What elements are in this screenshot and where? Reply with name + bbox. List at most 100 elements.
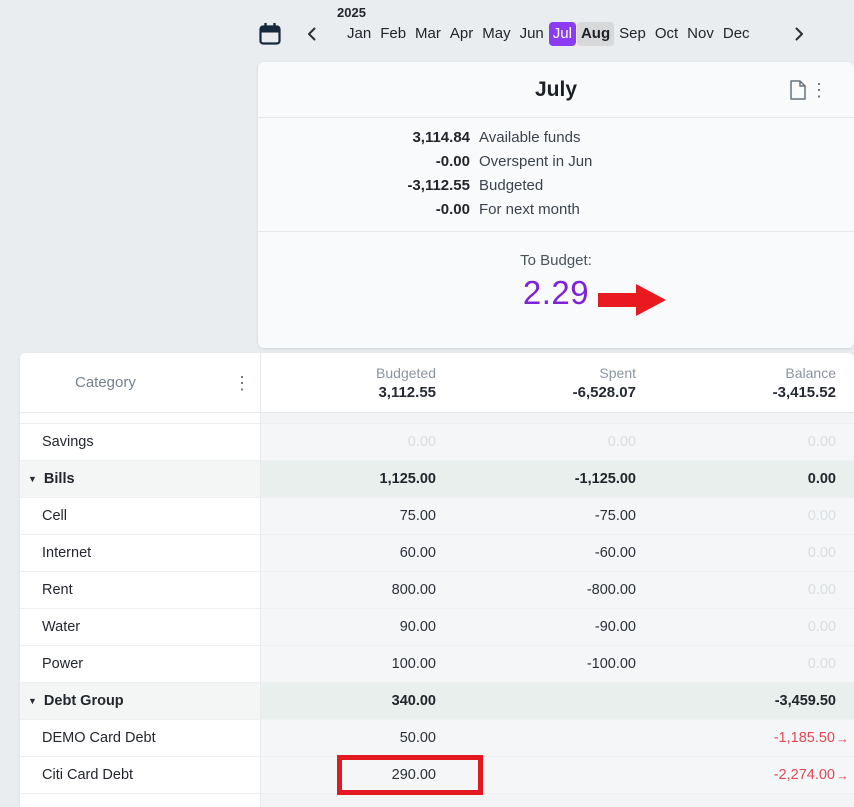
spent-column-total: -6,528.07 (436, 383, 636, 402)
table-header: Category ⋮ Budgeted 3,112.55 Spent -6,52… (20, 353, 854, 413)
balance-column-label: Balance (636, 364, 836, 383)
category-column-header: Category ⋮ (20, 353, 260, 412)
balance-amount: -1,185.50 (774, 730, 835, 746)
available-funds-label: Available funds (479, 129, 580, 146)
spent-cell[interactable]: -1,125.00 (436, 471, 636, 487)
budgeted-cell[interactable]: 800.00 (260, 582, 436, 598)
month-feb[interactable]: Feb (376, 22, 410, 47)
category-name[interactable]: Citi Card Debt (20, 757, 260, 793)
table-row-group-debt[interactable]: ▼ Debt Group 340.00 -3,459.50 (20, 683, 854, 720)
balance-cell[interactable]: -3,459.50 (636, 693, 836, 709)
table-row-savings[interactable]: Savings 0.00 0.00 0.00 (20, 424, 854, 461)
summary-line-budgeted: -3,112.55 Budgeted (258, 177, 854, 201)
next-month-label: For next month (479, 201, 580, 218)
available-funds-value: 3,114.84 (258, 129, 470, 146)
budgeted-cell[interactable]: 60.00 (260, 545, 436, 561)
spent-cell[interactable]: -800.00 (436, 582, 636, 598)
summary-line-overspent: -0.00 Overspent in Jun (258, 153, 854, 177)
balance-cell[interactable]: 0.00 (636, 656, 836, 672)
next-month-value: -0.00 (258, 201, 470, 218)
balance-cell[interactable]: 0.00 (636, 582, 836, 598)
calendar-icon (259, 22, 281, 46)
chevron-right-icon (792, 26, 806, 42)
budget-table: Category ⋮ Budgeted 3,112.55 Spent -6,52… (20, 353, 854, 807)
budgeted-column-header[interactable]: Budgeted 3,112.55 (260, 364, 436, 402)
balance-column-total: -3,415.52 (636, 383, 836, 402)
spent-cell[interactable]: -60.00 (436, 545, 636, 561)
month-summary-panel: July ⋮ 3,114.84 Available funds -0.00 Ov… (258, 62, 854, 348)
group-name-label: Bills (44, 471, 75, 487)
category-name[interactable]: DEMO Card Debt (20, 720, 260, 756)
budgeted-cell[interactable]: 75.00 (260, 508, 436, 524)
balance-cell[interactable]: -2,274.00 → (636, 767, 836, 783)
balance-cell[interactable]: -1,185.50 → (636, 730, 836, 746)
month-aug[interactable]: Aug (577, 22, 614, 47)
month-may[interactable]: May (478, 22, 514, 47)
to-budget-amount[interactable]: 2.29 (258, 274, 854, 312)
month-list: Jan Feb Mar Apr May Jun Jul Aug Sep Oct … (343, 22, 754, 47)
budgeted-cell[interactable]: 90.00 (260, 619, 436, 635)
category-name[interactable]: Cell (20, 498, 260, 534)
balance-column-header[interactable]: Balance -3,415.52 (636, 364, 836, 402)
next-month-button[interactable] (792, 26, 806, 42)
spent-cell[interactable]: -100.00 (436, 656, 636, 672)
month-dec[interactable]: Dec (719, 22, 754, 47)
month-menu-button[interactable]: ⋮ (810, 81, 828, 99)
goal-arrow-icon: → (836, 731, 849, 746)
category-name[interactable]: Water (20, 609, 260, 645)
category-menu-button[interactable]: ⋮ (233, 374, 251, 392)
month-mar[interactable]: Mar (411, 22, 445, 47)
category-name[interactable]: Rent (20, 572, 260, 608)
spent-cell[interactable]: -90.00 (436, 619, 636, 635)
balance-cell[interactable]: 0.00 (636, 545, 836, 561)
collapse-triangle-icon[interactable]: ▼ (28, 696, 37, 706)
budgeted-cell[interactable]: 0.00 (260, 434, 436, 450)
spent-column-header[interactable]: Spent -6,528.07 (436, 364, 636, 402)
category-name[interactable]: Power (20, 646, 260, 682)
group-name[interactable]: ▼ Bills (20, 461, 260, 497)
spent-cell[interactable]: -75.00 (436, 508, 636, 524)
month-jul-selected[interactable]: Jul (549, 22, 576, 47)
previous-month-button[interactable] (305, 26, 319, 42)
month-sep[interactable]: Sep (615, 22, 650, 47)
balance-cell[interactable]: 0.00 (636, 471, 836, 487)
category-name[interactable]: Savings (20, 424, 260, 460)
balance-cell[interactable]: 0.00 (636, 619, 836, 635)
panel-header: July ⋮ (258, 62, 854, 118)
month-nov[interactable]: Nov (683, 22, 718, 47)
amount-column-headers: Budgeted 3,112.55 Spent -6,528.07 Balanc… (260, 353, 854, 412)
budgeted-cell[interactable]: 100.00 (260, 656, 436, 672)
month-oct[interactable]: Oct (651, 22, 682, 47)
budgeted-label: Budgeted (479, 177, 543, 194)
balance-amount: -2,274.00 (774, 767, 835, 783)
collapse-triangle-icon[interactable]: ▼ (28, 474, 37, 484)
table-row-internet[interactable]: Internet 60.00 -60.00 0.00 (20, 535, 854, 572)
balance-cell[interactable]: 0.00 (636, 508, 836, 524)
spent-cell[interactable]: 0.00 (436, 434, 636, 450)
group-name[interactable]: ▼ Debt Group (20, 683, 260, 719)
goal-arrow-icon: → (836, 768, 849, 783)
month-apr[interactable]: Apr (446, 22, 477, 47)
budgeted-cell[interactable]: 50.00 (260, 730, 436, 746)
table-row-citi-card-debt[interactable]: Citi Card Debt 290.00 -2,274.00 → (20, 757, 854, 794)
budgeted-cell[interactable]: 290.00 (260, 767, 436, 783)
table-row-demo-card-debt[interactable]: DEMO Card Debt 50.00 -1,185.50 → (20, 720, 854, 757)
month-jan[interactable]: Jan (343, 22, 375, 47)
table-row-rent[interactable]: Rent 800.00 -800.00 0.00 (20, 572, 854, 609)
budgeted-cell[interactable]: 340.00 (260, 693, 436, 709)
budgeted-cell[interactable]: 1,125.00 (260, 471, 436, 487)
table-row-cell[interactable]: Cell 75.00 -75.00 0.00 (20, 498, 854, 535)
budgeted-value: -3,112.55 (258, 177, 470, 194)
to-budget-label: To Budget: (258, 252, 854, 269)
calendar-button[interactable] (259, 22, 281, 46)
balance-cell[interactable]: 0.00 (636, 434, 836, 450)
group-name-label: Debt Group (44, 693, 124, 709)
table-row-water[interactable]: Water 90.00 -90.00 0.00 (20, 609, 854, 646)
month-notes-button[interactable] (790, 80, 806, 105)
month-jun[interactable]: Jun (516, 22, 548, 47)
table-row-group-bills[interactable]: ▼ Bills 1,125.00 -1,125.00 0.00 (20, 461, 854, 498)
table-row-power[interactable]: Power 100.00 -100.00 0.00 (20, 646, 854, 683)
budget-summary: 3,114.84 Available funds -0.00 Overspent… (258, 118, 854, 232)
budget-app-screen: 2025 Jan Feb Mar Apr May Jun Jul Aug Sep… (0, 0, 854, 807)
category-name[interactable]: Internet (20, 535, 260, 571)
